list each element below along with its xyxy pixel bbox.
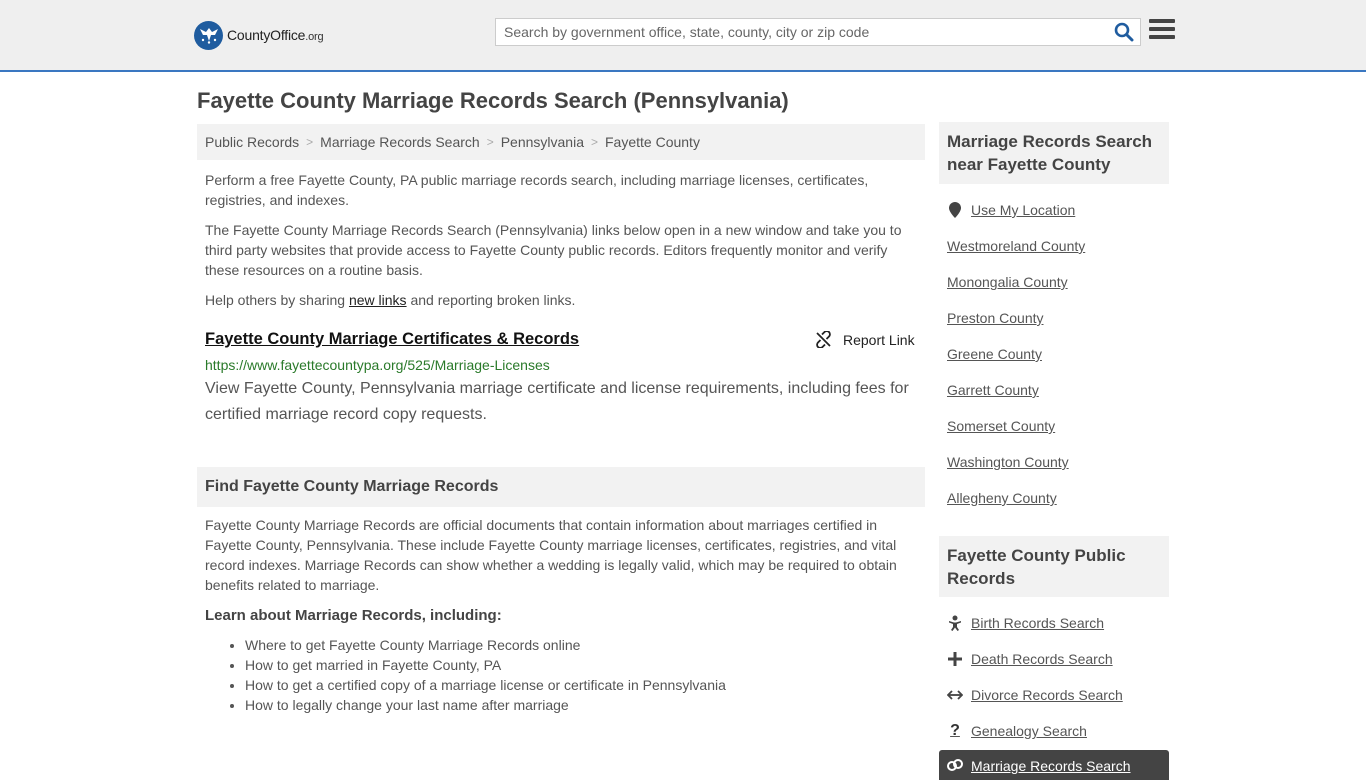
- chevron-right-icon: >: [486, 135, 494, 149]
- genealogy-search-link[interactable]: ? Genealogy Search: [947, 722, 1087, 739]
- intro-paragraph-2: The Fayette County Marriage Records Sear…: [205, 222, 902, 278]
- breadcrumb-public-records[interactable]: Public Records: [205, 134, 299, 150]
- new-links-link[interactable]: new links: [349, 292, 407, 308]
- sidebar-nearby-link[interactable]: Garrett County: [947, 382, 1039, 398]
- death-records-link[interactable]: Death Records Search: [947, 651, 1113, 667]
- chevron-right-icon: >: [590, 135, 598, 149]
- intro-paragraph-1: Perform a free Fayette County, PA public…: [205, 172, 869, 208]
- logo-text: CountyOffice.org: [227, 27, 324, 43]
- sidebar-public-records-heading: Fayette County Public Records: [939, 536, 1169, 597]
- list-item: How to get a certified copy of a marriag…: [245, 675, 726, 695]
- baby-icon: [947, 615, 963, 631]
- learn-about-heading: Learn about Marriage Records, including:: [205, 607, 502, 624]
- report-link-label: Report Link: [843, 331, 915, 348]
- learn-about-list: Where to get Fayette County Marriage Rec…: [245, 635, 726, 715]
- intro-paragraph-3: Help others by sharing new links and rep…: [205, 292, 576, 308]
- question-icon: ?: [950, 722, 960, 739]
- page-title: Fayette County Marriage Records Search (…: [197, 88, 789, 113]
- report-link-button[interactable]: Report Link: [815, 331, 915, 348]
- search-bar: [495, 18, 1141, 46]
- sidebar-nearby-link[interactable]: Westmoreland County: [947, 238, 1085, 254]
- search-icon[interactable]: [1114, 22, 1134, 42]
- birth-records-link[interactable]: Birth Records Search: [947, 615, 1104, 631]
- breadcrumb-pennsylvania[interactable]: Pennsylvania: [501, 134, 584, 150]
- sidebar-nearby-heading: Marriage Records Search near Fayette Cou…: [939, 122, 1169, 184]
- eagle-logo-icon: [194, 20, 223, 50]
- broken-link-icon: [816, 331, 831, 348]
- result-link-description: View Fayette County, Pennsylvania marria…: [205, 380, 909, 423]
- divorce-records-link[interactable]: Divorce Records Search: [947, 687, 1123, 703]
- marriage-records-search-active-link[interactable]: Marriage Records Search: [939, 750, 1169, 780]
- result-link-title[interactable]: Fayette County Marriage Certificates & R…: [205, 330, 579, 349]
- rings-icon: [947, 758, 963, 774]
- site-logo[interactable]: CountyOffice.org: [194, 20, 324, 50]
- sidebar-nearby-link[interactable]: Washington County: [947, 454, 1069, 470]
- map-pin-icon: [947, 202, 963, 218]
- cross-icon: [947, 651, 963, 667]
- sidebar-nearby-link[interactable]: Monongalia County: [947, 274, 1068, 290]
- sidebar-nearby-link[interactable]: Greene County: [947, 346, 1042, 362]
- list-item: How to get married in Fayette County, PA: [245, 655, 726, 675]
- list-item: Where to get Fayette County Marriage Rec…: [245, 635, 726, 655]
- find-records-heading: Find Fayette County Marriage Records: [197, 467, 925, 507]
- sidebar-nearby-link[interactable]: Somerset County: [947, 418, 1055, 434]
- breadcrumb: Public Records > Marriage Records Search…: [197, 124, 925, 160]
- sidebar-nearby-link[interactable]: Preston County: [947, 310, 1044, 326]
- breadcrumb-fayette-county[interactable]: Fayette County: [605, 134, 700, 150]
- breadcrumb-marriage-records-search[interactable]: Marriage Records Search: [320, 134, 480, 150]
- site-header: CountyOffice.org: [0, 0, 1366, 72]
- list-item: How to legally change your last name aft…: [245, 695, 726, 715]
- chevron-right-icon: >: [306, 135, 314, 149]
- hamburger-menu-icon[interactable]: [1149, 19, 1175, 43]
- find-records-body: Fayette County Marriage Records are offi…: [205, 517, 897, 593]
- split-arrows-icon: [947, 687, 963, 703]
- result-link-url: https://www.fayettecountypa.org/525/Marr…: [205, 357, 550, 373]
- sidebar-nearby-link[interactable]: Allegheny County: [947, 490, 1057, 506]
- search-input[interactable]: [496, 19, 1096, 45]
- use-my-location-link[interactable]: Use My Location: [947, 202, 1075, 218]
